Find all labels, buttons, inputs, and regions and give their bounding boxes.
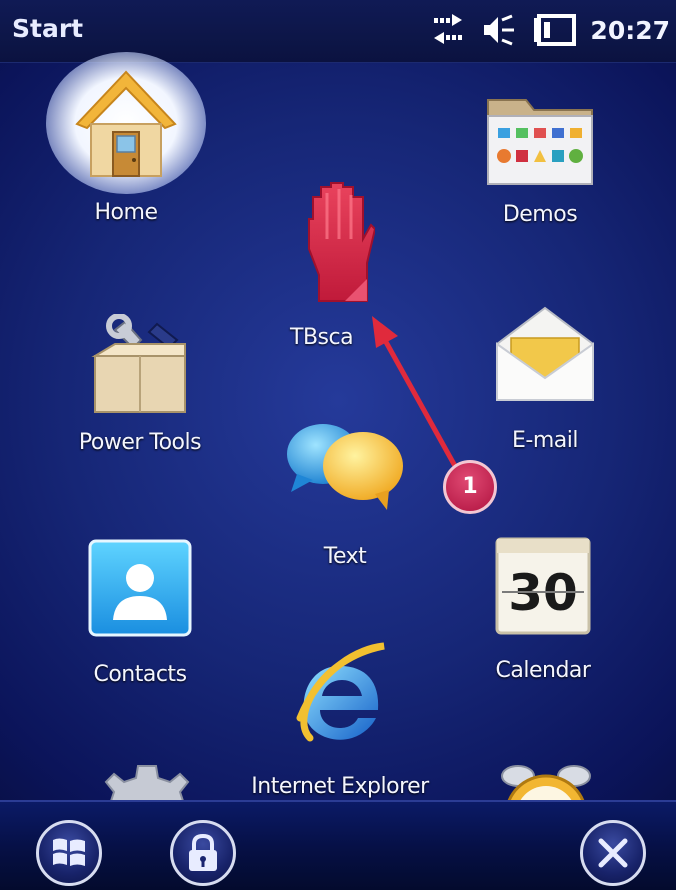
tile-power-tools[interactable]: Power Tools bbox=[70, 310, 210, 460]
contact-icon bbox=[88, 539, 192, 637]
windows-flag-icon bbox=[53, 838, 85, 866]
tile-email[interactable]: E-mail bbox=[480, 300, 610, 460]
alarm-clock-icon bbox=[501, 765, 591, 800]
close-icon bbox=[598, 838, 628, 868]
folder-icon bbox=[487, 99, 593, 185]
tile-label: Calendar bbox=[495, 658, 591, 683]
calendar-icon: 30 bbox=[495, 537, 591, 635]
tile-label: Demos bbox=[502, 202, 578, 227]
tile-label: E-mail bbox=[512, 428, 578, 453]
volume-icon[interactable] bbox=[482, 14, 516, 46]
hand-icon bbox=[308, 182, 375, 302]
lock-icon bbox=[189, 833, 217, 871]
toolbox-icon bbox=[91, 314, 186, 413]
tile-label: Contacts bbox=[93, 662, 187, 687]
tile-calendar[interactable]: 30 Calendar bbox=[478, 536, 608, 696]
tile-internet-explorer[interactable]: Internet Explorer bbox=[251, 638, 429, 804]
tile-contacts[interactable]: Contacts bbox=[70, 538, 210, 698]
chat-bubbles-icon bbox=[287, 424, 403, 510]
annotation-badge: 1 bbox=[443, 460, 497, 514]
tile-demos[interactable]: Demos bbox=[470, 84, 610, 234]
clock: 20:27 bbox=[590, 15, 670, 45]
tile-tbsca[interactable]: TBsca bbox=[290, 175, 400, 350]
lock-button[interactable] bbox=[170, 820, 236, 886]
start-screen: Start 20:27 Home TBsca Demos Power Tools… bbox=[0, 0, 676, 890]
tile-label: Home bbox=[94, 200, 158, 225]
tile-text[interactable]: Text bbox=[280, 418, 410, 578]
start-button[interactable] bbox=[36, 820, 102, 886]
screen-title: Start bbox=[12, 14, 84, 43]
tile-label: Power Tools bbox=[78, 430, 202, 455]
soft-key-bar bbox=[0, 800, 676, 890]
home-icon bbox=[75, 70, 177, 177]
status-area: 20:27 bbox=[428, 12, 670, 48]
envelope-icon bbox=[496, 306, 594, 401]
tile-label: Text bbox=[323, 544, 367, 569]
battery-icon[interactable] bbox=[530, 14, 577, 46]
tile-label: TBsca bbox=[290, 325, 354, 350]
internet-explorer-icon bbox=[296, 642, 385, 742]
connectivity-icon[interactable] bbox=[428, 14, 468, 46]
tile-settings-partial[interactable] bbox=[92, 760, 202, 800]
tile-home[interactable]: Home bbox=[46, 52, 206, 232]
gear-icon bbox=[104, 765, 190, 800]
close-button[interactable] bbox=[580, 820, 646, 886]
tile-alarm-partial[interactable] bbox=[496, 760, 596, 800]
tile-label: Internet Explorer bbox=[251, 774, 429, 799]
